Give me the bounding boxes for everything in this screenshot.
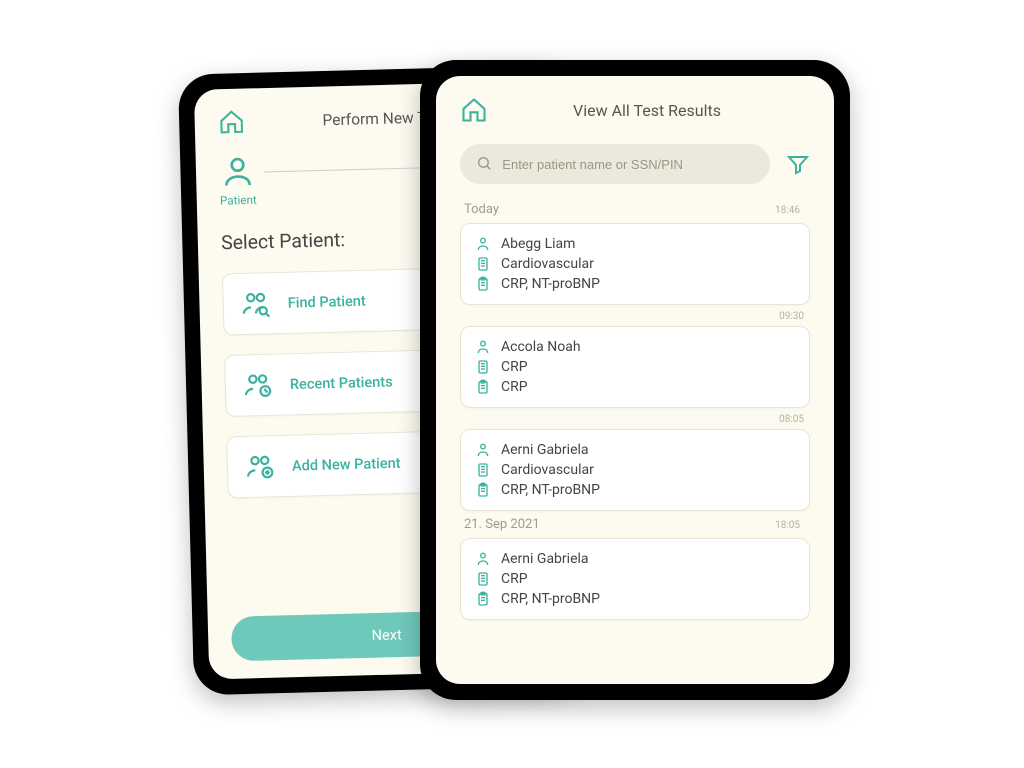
panel-icon xyxy=(475,462,491,478)
search-input[interactable] xyxy=(502,157,754,172)
result-tests-line: CRP xyxy=(475,377,795,397)
result-panel-line: Cardiovascular xyxy=(475,254,795,274)
result-tests-line: CRP, NT-proBNP xyxy=(475,589,795,609)
search-box[interactable] xyxy=(460,144,770,184)
clipboard-icon xyxy=(475,591,491,607)
result-patient-name: Aerni Gabriela xyxy=(501,442,589,458)
person-icon xyxy=(475,442,491,458)
recent-patients-icon xyxy=(243,370,273,400)
clipboard-icon xyxy=(475,379,491,395)
result-patient-line: Abegg Liam xyxy=(475,234,795,254)
step-label: Patient xyxy=(220,193,257,208)
result-card[interactable]: Accola Noah CRP CRP xyxy=(460,326,810,408)
search-icon xyxy=(476,155,492,173)
filter-icon[interactable] xyxy=(786,152,810,176)
result-time: 18:05 xyxy=(775,520,806,531)
add-patient-icon xyxy=(245,452,275,482)
result-tests: CRP, NT-proBNP xyxy=(501,482,600,498)
tablet-view-results: View All Test Results Today 18:46 Abegg Li… xyxy=(420,60,850,700)
group-label: Today xyxy=(464,202,499,217)
home-icon[interactable] xyxy=(460,96,488,124)
search-row xyxy=(460,144,810,184)
result-panel: CRP xyxy=(501,571,528,587)
find-patient-icon xyxy=(241,289,271,319)
panel-icon xyxy=(475,256,491,272)
result-patient-name: Abegg Liam xyxy=(501,236,575,252)
result-time: 09:30 xyxy=(460,311,804,322)
result-panel: Cardiovascular xyxy=(501,462,594,478)
person-icon xyxy=(475,236,491,252)
page-title: View All Test Results xyxy=(512,101,782,120)
result-card[interactable]: Aerni Gabriela Cardiovascular CRP, NT-proB… xyxy=(460,429,810,511)
person-icon xyxy=(475,339,491,355)
header: View All Test Results xyxy=(460,96,810,124)
result-panel: CRP xyxy=(501,359,528,375)
panel-icon xyxy=(475,359,491,375)
group-label: 21. Sep 2021 xyxy=(464,517,540,532)
result-tests: CRP, NT-proBNP xyxy=(501,591,600,607)
group-header: 21. Sep 2021 18:05 xyxy=(464,517,806,532)
result-panel-line: Cardiovascular xyxy=(475,460,795,480)
clipboard-icon xyxy=(475,482,491,498)
person-icon xyxy=(220,154,256,190)
result-time: 18:46 xyxy=(775,205,806,216)
results-list: Today 18:46 Abegg Liam Cardiovascular CRP, N… xyxy=(460,202,810,620)
screen-view-results: View All Test Results Today 18:46 Abegg Li… xyxy=(436,76,834,684)
result-panel-line: CRP xyxy=(475,357,795,377)
result-card[interactable]: Aerni Gabriela CRP CRP, NT-proBNP xyxy=(460,538,810,620)
option-label: Find Patient xyxy=(288,292,366,311)
result-patient-line: Aerni Gabriela xyxy=(475,549,795,569)
result-card[interactable]: Abegg Liam Cardiovascular CRP, NT-proBNP xyxy=(460,223,810,305)
option-label: Add New Patient xyxy=(292,454,401,474)
step-patient[interactable]: Patient xyxy=(219,154,257,207)
result-patient-name: Aerni Gabriela xyxy=(501,551,589,567)
option-label: Recent Patients xyxy=(290,373,393,393)
home-icon[interactable] xyxy=(218,108,246,136)
result-tests-line: CRP, NT-proBNP xyxy=(475,480,795,500)
clipboard-icon xyxy=(475,276,491,292)
panel-icon xyxy=(475,571,491,587)
result-tests-line: CRP, NT-proBNP xyxy=(475,274,795,294)
result-tests: CRP, NT-proBNP xyxy=(501,276,600,292)
result-patient-name: Accola Noah xyxy=(501,339,581,355)
next-button-label: Next xyxy=(371,626,402,644)
result-time: 08:05 xyxy=(460,414,804,425)
result-patient-line: Accola Noah xyxy=(475,337,795,357)
result-panel: Cardiovascular xyxy=(501,256,594,272)
group-header: Today 18:46 xyxy=(464,202,806,217)
person-icon xyxy=(475,551,491,567)
result-tests: CRP xyxy=(501,379,528,395)
result-panel-line: CRP xyxy=(475,569,795,589)
result-patient-line: Aerni Gabriela xyxy=(475,440,795,460)
